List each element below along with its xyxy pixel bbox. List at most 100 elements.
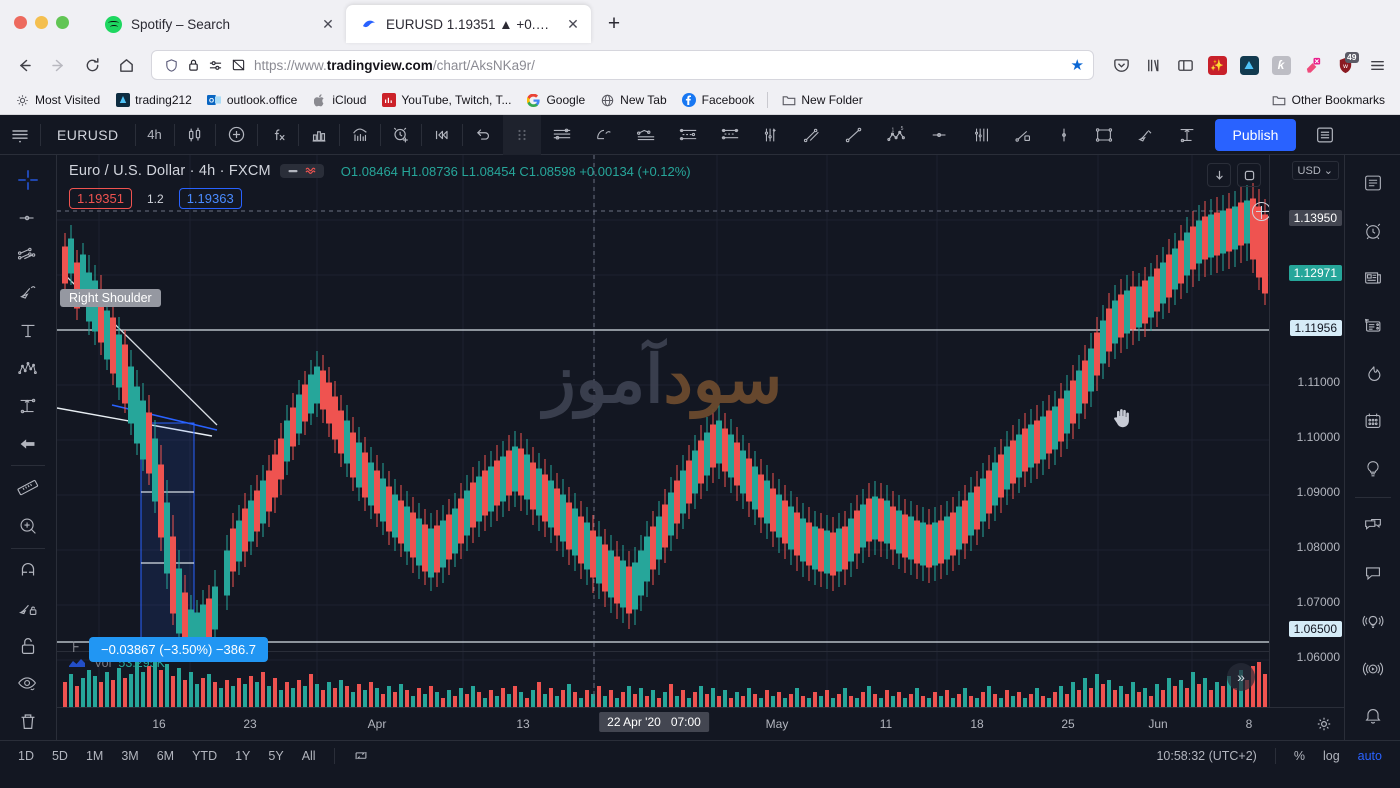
drawing-brush-icon[interactable]	[1125, 115, 1167, 155]
drawing-forecast-icon[interactable]	[751, 115, 791, 155]
bookmark-new-tab[interactable]: New Tab	[594, 90, 672, 111]
trend-line-tool-icon[interactable]	[8, 199, 48, 237]
download-icon[interactable]	[1207, 163, 1231, 187]
symbol-button[interactable]: EURUSD	[41, 127, 135, 143]
candlestick-type-icon[interactable]	[175, 115, 215, 155]
drawing-rectangle-icon[interactable]	[1083, 115, 1125, 155]
bookmark-other-bookmarks[interactable]: Other Bookmarks	[1266, 90, 1391, 111]
stream-icon[interactable]	[1351, 645, 1395, 693]
calendar-icon[interactable]	[1351, 397, 1395, 445]
alert-add-icon[interactable]	[381, 115, 421, 155]
undo-icon[interactable]	[463, 115, 503, 155]
range-3m[interactable]: 3M	[113, 746, 146, 766]
app-menu-icon[interactable]	[1363, 51, 1391, 79]
news-icon[interactable]	[1351, 254, 1395, 302]
range-5y[interactable]: 5Y	[260, 746, 291, 766]
crosshair-icon[interactable]	[8, 161, 48, 199]
range-1d[interactable]: 1D	[10, 746, 42, 766]
price-chart-canvas[interactable]	[57, 155, 1269, 707]
private-chat-icon[interactable]	[1351, 549, 1395, 597]
remove-drawings-icon[interactable]	[8, 702, 48, 740]
close-icon[interactable]: ✕	[319, 15, 337, 33]
window-close-button[interactable]	[14, 15, 27, 29]
drawing-pitchfork-icon[interactable]	[961, 115, 1003, 155]
currency-selector[interactable]: USD ⌄	[1291, 161, 1339, 180]
watchlist-icon[interactable]	[1351, 159, 1395, 207]
zoom-in-icon[interactable]	[8, 507, 48, 545]
range-all[interactable]: All	[294, 746, 324, 766]
publish-button[interactable]: Publish	[1214, 118, 1297, 151]
clock-display[interactable]: 10:58:32 (UTC+2)	[1148, 746, 1264, 766]
time-axis[interactable]: 16 23 Apr 13 22 Apr '20 07:00 May 11 18 …	[57, 707, 1344, 740]
scale-percent-button[interactable]: %	[1286, 746, 1313, 766]
drawing-horizontal-ray-icon[interactable]	[919, 115, 961, 155]
brush-tool-icon[interactable]	[8, 274, 48, 312]
drawing-fib-dotted-icon[interactable]	[667, 115, 709, 155]
window-maximize-button[interactable]	[56, 15, 69, 29]
drawing-trend-angle-icon[interactable]	[1003, 115, 1045, 155]
reload-button[interactable]	[77, 50, 108, 81]
annotation-right-shoulder[interactable]: Right Shoulder	[60, 289, 161, 307]
financials-icon[interactable]	[299, 115, 339, 155]
goto-date-icon[interactable]	[345, 745, 377, 767]
tab-spotify[interactable]: Spotify – Search ✕	[91, 5, 346, 43]
ruler-icon[interactable]	[8, 469, 48, 507]
reader-off-icon[interactable]	[231, 58, 246, 72]
chart-area[interactable]: Euro / U.S. Dollar · 4h · FXCM O1.08464 …	[57, 155, 1269, 707]
alerts-clock-icon[interactable]	[1351, 207, 1395, 255]
range-1m[interactable]: 1M	[78, 746, 111, 766]
range-1y[interactable]: 1Y	[227, 746, 258, 766]
library-icon[interactable]	[1139, 51, 1167, 79]
drawing-horizontal-lines-icon[interactable]	[541, 115, 583, 155]
notifications-bell-icon[interactable]	[1351, 692, 1395, 740]
scale-log-button[interactable]: log	[1315, 746, 1348, 766]
shield-icon[interactable]	[164, 58, 179, 73]
window-minimize-button[interactable]	[35, 15, 48, 29]
drawing-trend-channel-icon[interactable]	[625, 115, 667, 155]
hamburger-menu-icon[interactable]	[0, 115, 40, 155]
data-window-icon[interactable]	[1351, 302, 1395, 350]
interval-button[interactable]: 4h	[136, 115, 174, 155]
drawing-vertical-line-icon[interactable]	[1045, 115, 1083, 155]
price-axis[interactable]: USD ⌄ 1.13950 1.12971 1.11956 1.11000 1.…	[1269, 155, 1344, 707]
home-button[interactable]	[111, 50, 142, 81]
fib-tool-icon[interactable]	[8, 236, 48, 274]
fullscreen-icon[interactable]	[1237, 163, 1261, 187]
forward-button[interactable]	[43, 50, 74, 81]
measure-handle-icon[interactable]: ⊦	[72, 638, 80, 656]
chart-settings-gear-icon[interactable]	[1316, 716, 1332, 732]
compare-add-icon[interactable]	[216, 115, 257, 155]
hide-drawings-icon[interactable]	[8, 665, 48, 703]
drawing-fib-levels-icon[interactable]	[709, 115, 751, 155]
bookmark-outlook[interactable]: O outlook.office	[201, 90, 304, 111]
magic-wand-extension-icon[interactable]: ✨	[1203, 51, 1231, 79]
bookmark-youtube-folder[interactable]: YouTube, Twitch, T...	[375, 90, 517, 111]
drawing-mode-lock-icon[interactable]	[8, 589, 48, 627]
replay-icon[interactable]	[422, 115, 462, 155]
star-icon[interactable]: ★	[1071, 56, 1084, 74]
close-icon[interactable]: ✕	[564, 15, 582, 33]
wot-extension-icon[interactable]: w 49	[1331, 51, 1359, 79]
back-button[interactable]	[9, 50, 40, 81]
drawing-curve-tool-icon[interactable]	[583, 115, 625, 155]
bookmark-google[interactable]: Google	[520, 90, 591, 111]
eraser-extension-icon[interactable]	[1299, 51, 1327, 79]
ideas-bulb-icon[interactable]	[1351, 445, 1395, 493]
drawing-trend-line-icon[interactable]	[833, 115, 875, 155]
broadcast-icon[interactable]	[1351, 597, 1395, 645]
grammar-extension-icon[interactable]: ƙ	[1267, 51, 1295, 79]
bookmark-most-visited[interactable]: Most Visited	[9, 90, 106, 111]
chart-layout-list-icon[interactable]	[1304, 115, 1346, 155]
range-6m[interactable]: 6M	[149, 746, 182, 766]
text-tool-icon[interactable]	[8, 312, 48, 350]
patterns-tool-icon[interactable]	[8, 349, 48, 387]
bookmark-facebook[interactable]: Facebook	[676, 90, 761, 111]
triangle-extension-icon[interactable]	[1235, 51, 1263, 79]
lock-icon[interactable]	[187, 58, 200, 72]
strategy-tester-icon[interactable]	[340, 115, 380, 155]
range-ytd[interactable]: YTD	[184, 746, 225, 766]
scroll-to-realtime-button[interactable]: »	[1227, 663, 1255, 691]
new-tab-button[interactable]: +	[599, 9, 629, 39]
bookmark-new-folder[interactable]: New Folder	[775, 90, 868, 111]
drawing-measure-icon[interactable]	[1167, 115, 1207, 155]
